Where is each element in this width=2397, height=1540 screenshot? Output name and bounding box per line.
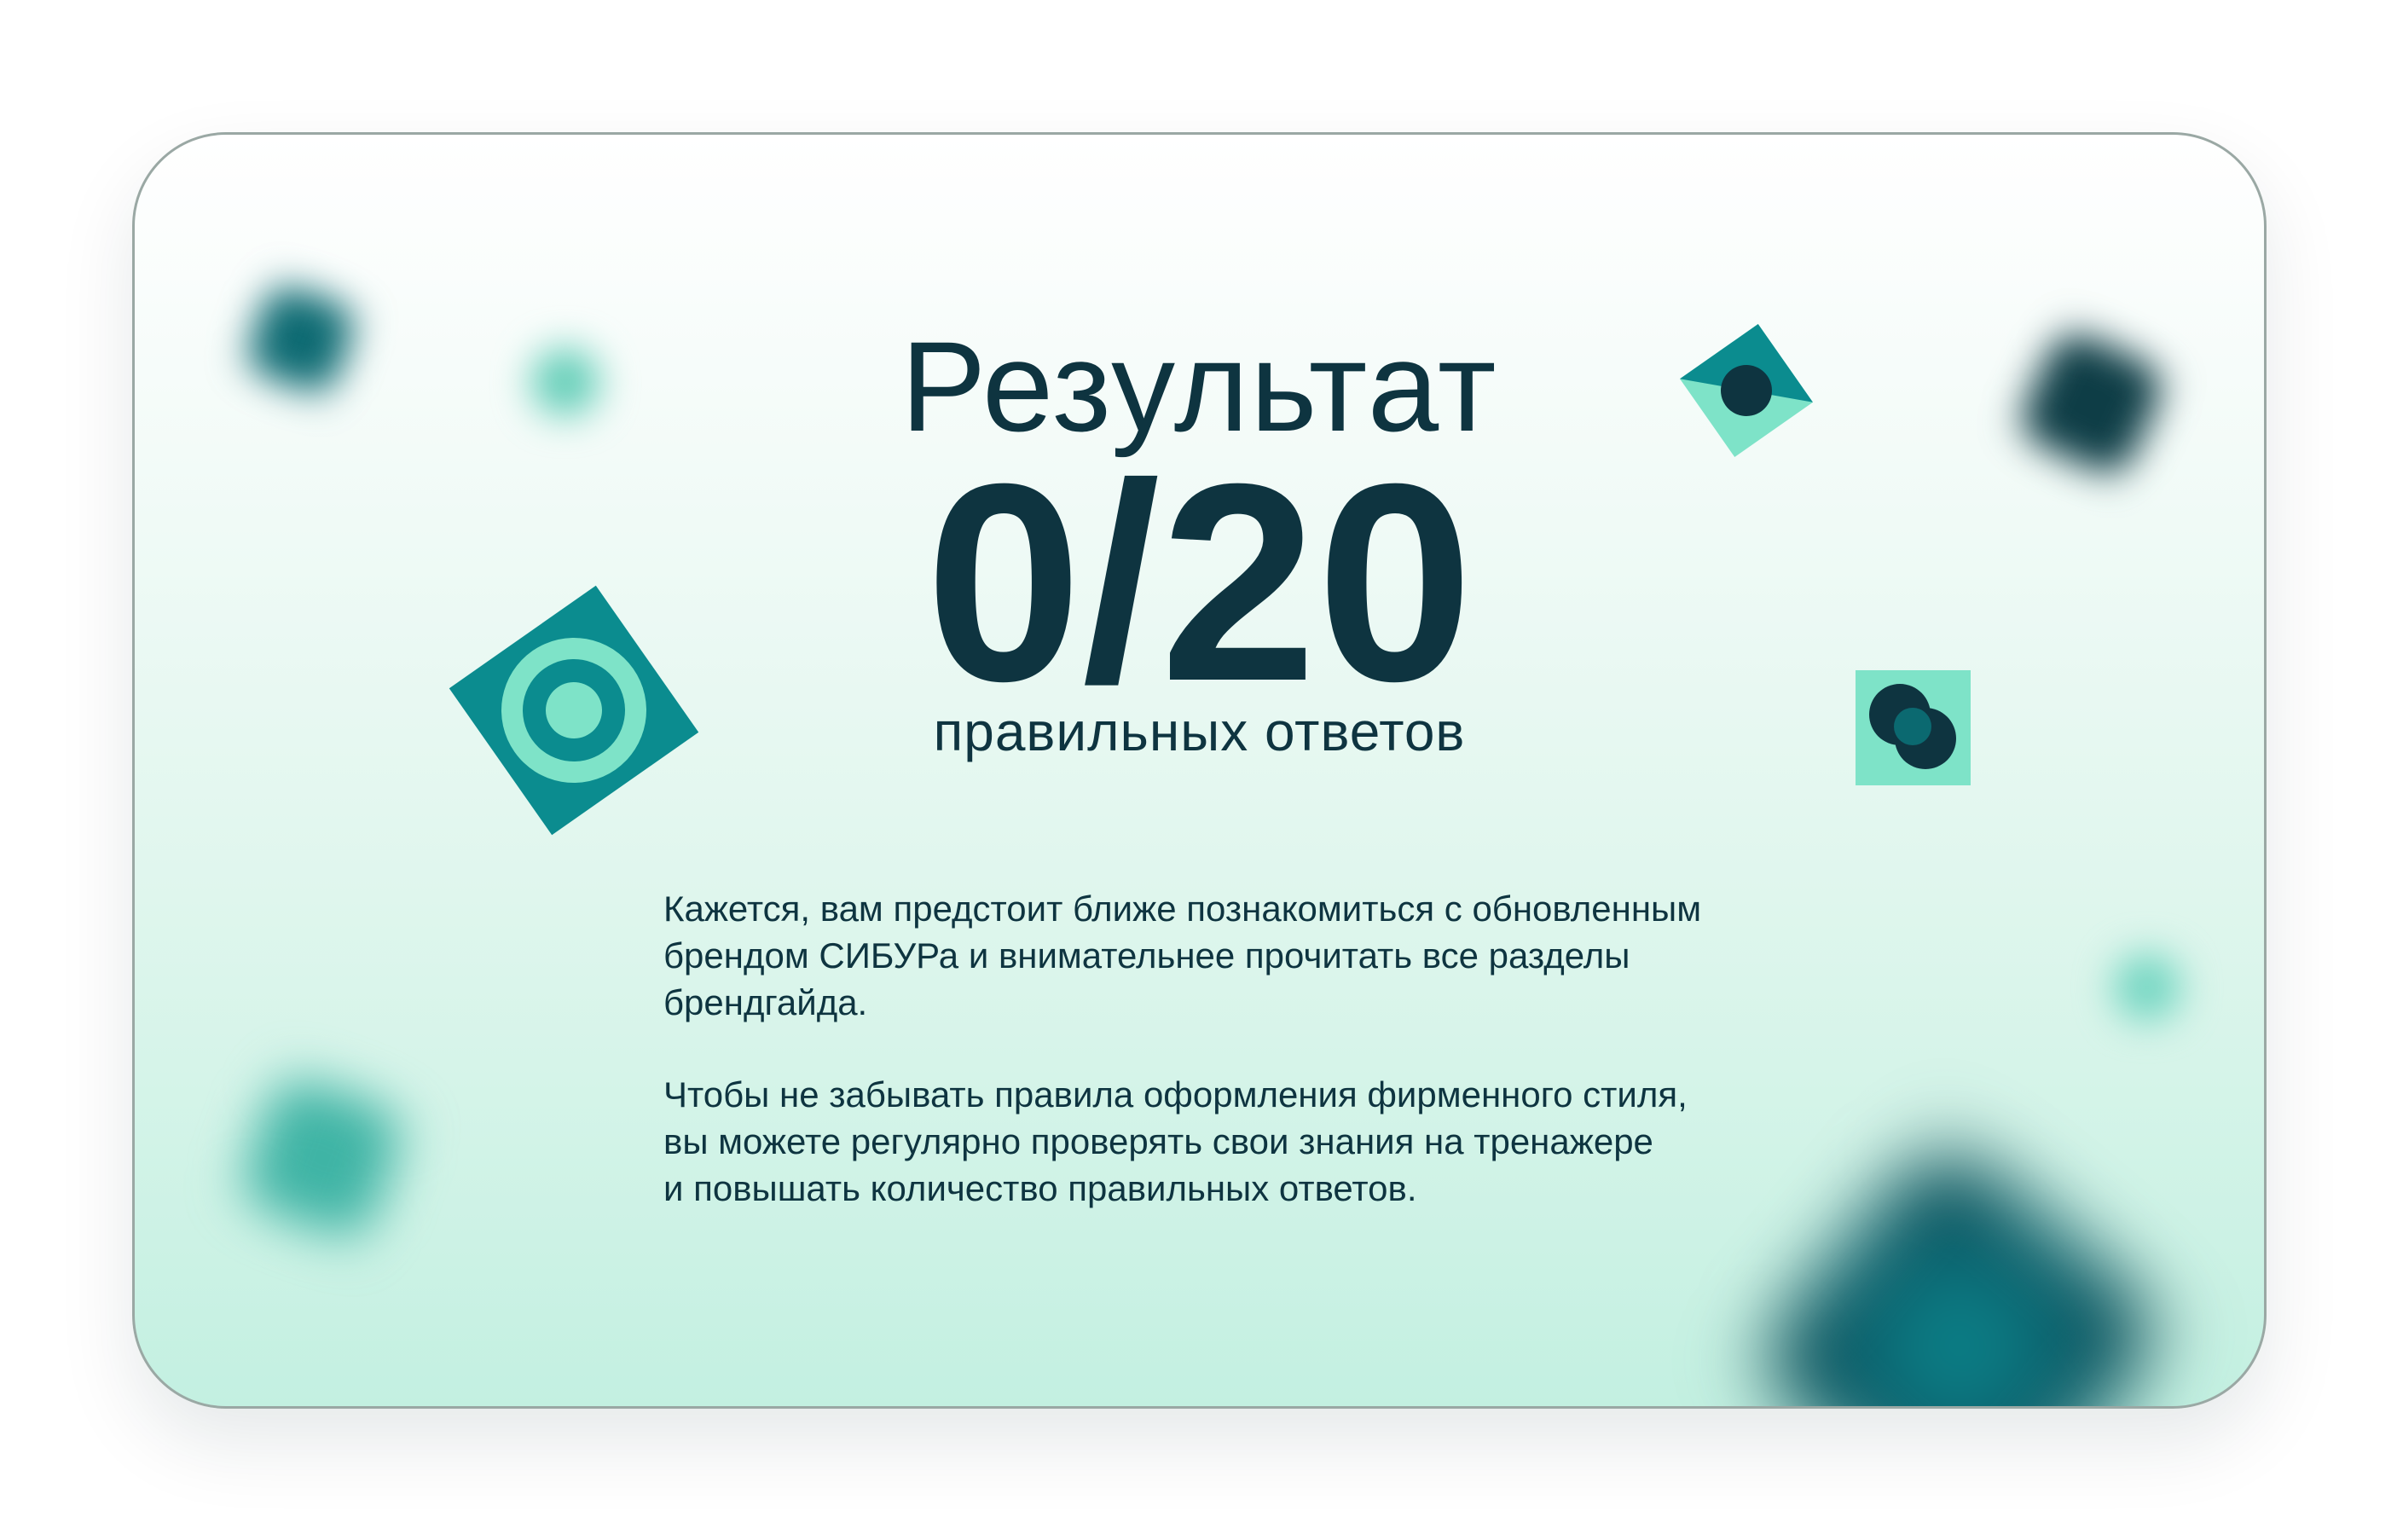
score-value: 0/20: [925, 425, 1474, 739]
advice-paragraph: Чтобы не забывать правила оформления фир…: [663, 1074, 1688, 1208]
score-caption: правильных ответов: [933, 701, 1466, 762]
blurred-dot-shape: [2113, 953, 2181, 1022]
result-message-paragraph: Кажется, вам предстоит ближе познакомить…: [663, 889, 1702, 1022]
result-card: Результат 0/20 правильных ответов Кажетс…: [132, 132, 2267, 1409]
stage: Результат 0/20 правильных ответов Кажетс…: [0, 0, 2397, 1540]
blurred-square-shape: [234, 1070, 410, 1246]
